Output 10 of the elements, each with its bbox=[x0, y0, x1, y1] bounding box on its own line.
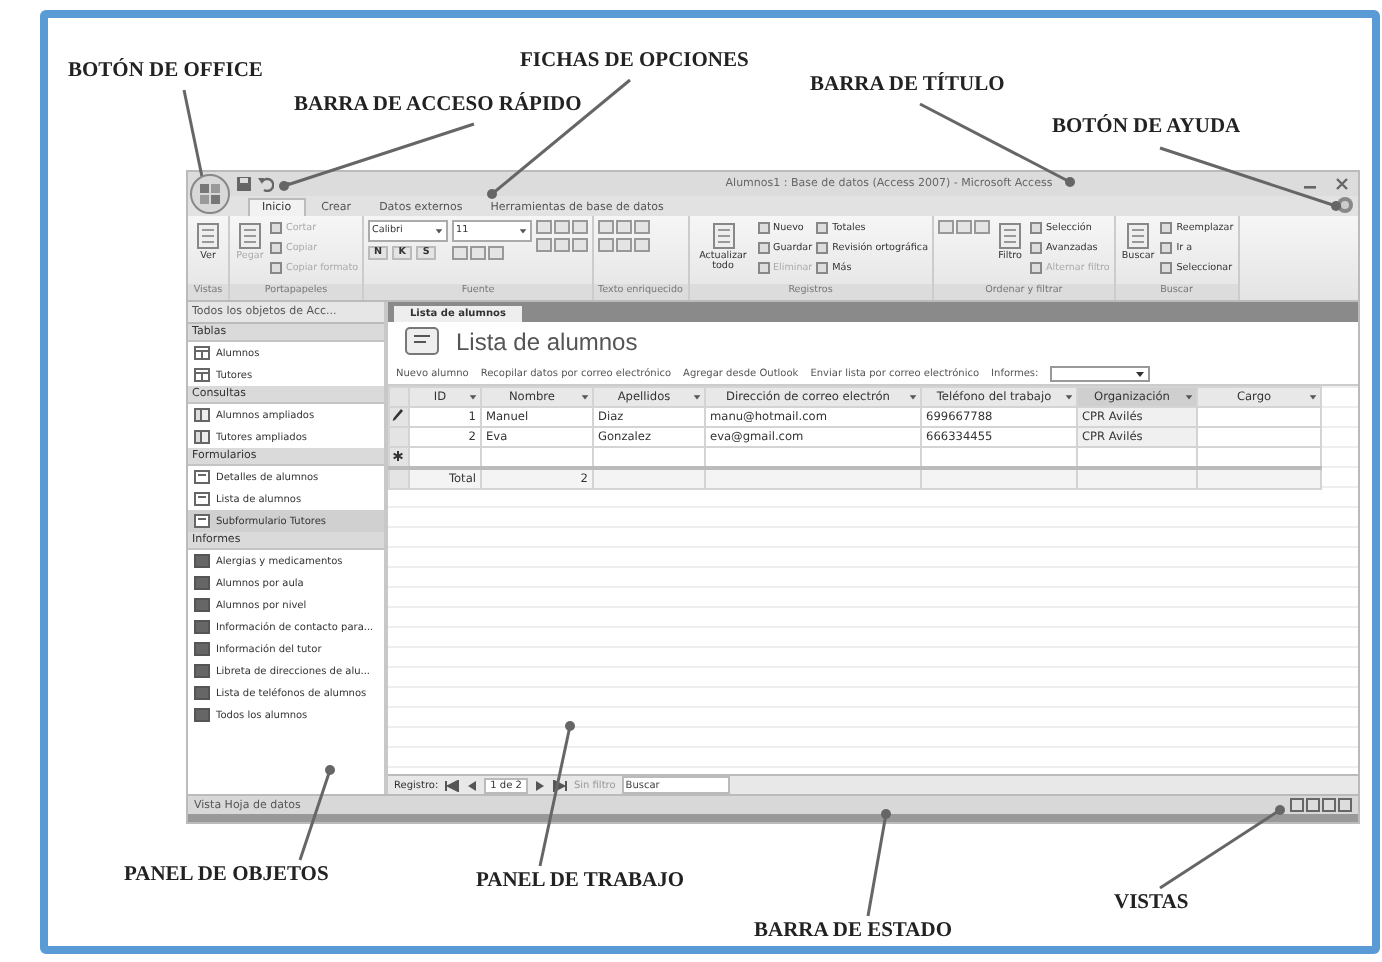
callout-label: BARRA DE ACCESO RÁPIDO bbox=[294, 94, 582, 116]
callout-label: PANEL DE OBJETOS bbox=[124, 864, 329, 886]
callout-label: BARRA DE ESTADO bbox=[754, 920, 952, 942]
callout-label: BOTÓN DE OFFICE bbox=[68, 60, 263, 82]
form-heading: Lista de alumnos bbox=[456, 328, 638, 356]
callout-label: BARRA DE TÍTULO bbox=[810, 74, 1005, 96]
callout-label: FICHAS DE OPCIONES bbox=[520, 50, 749, 72]
callout-label: BOTÓN DE AYUDA bbox=[1052, 116, 1241, 138]
callout-label: PANEL DE TRABAJO bbox=[476, 870, 685, 892]
callout-label: VISTAS bbox=[1114, 892, 1189, 914]
